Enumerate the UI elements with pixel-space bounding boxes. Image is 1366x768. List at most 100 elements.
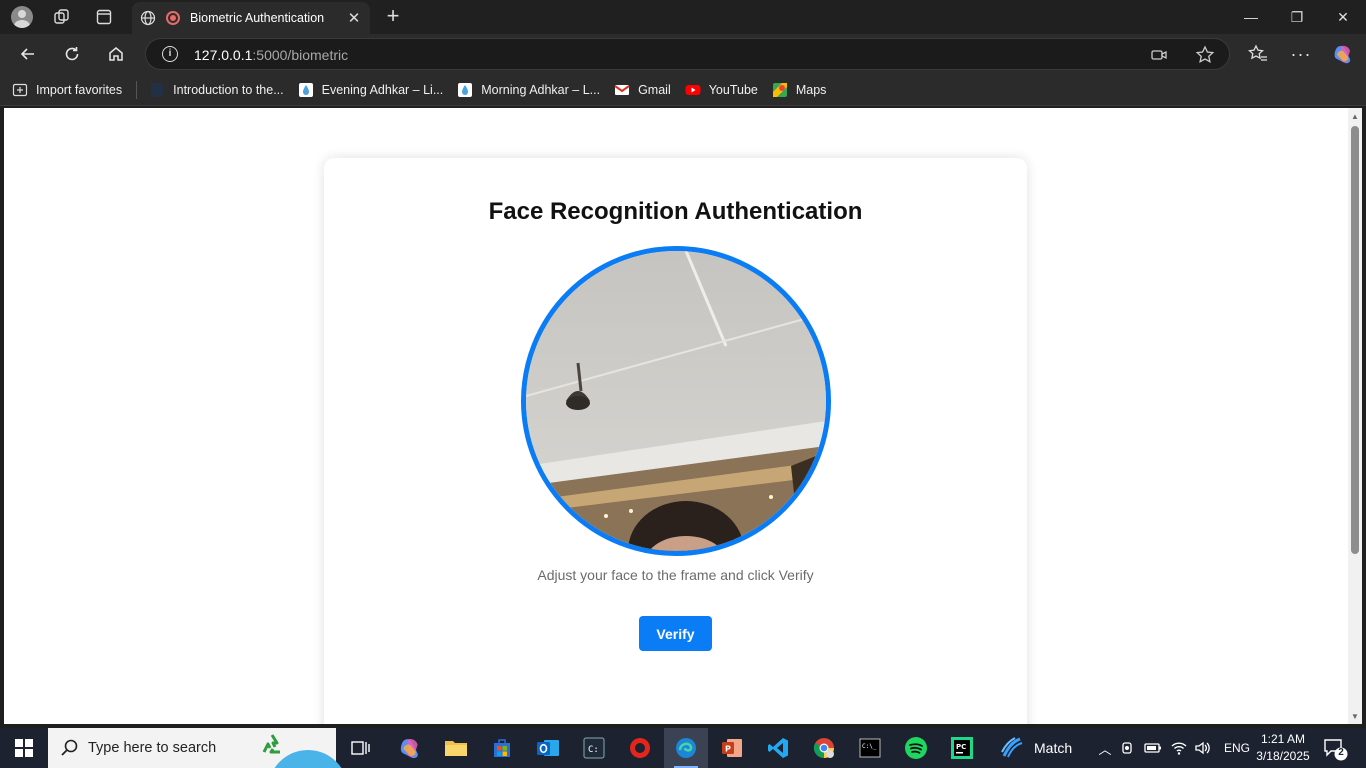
profile-icon[interactable] bbox=[10, 5, 34, 29]
close-tab-icon[interactable]: ✕ bbox=[344, 8, 364, 28]
camera-preview bbox=[521, 246, 831, 556]
tab-actions-icon[interactable] bbox=[92, 5, 116, 29]
globe-icon bbox=[140, 10, 156, 26]
bookmark-morning-adhkar[interactable]: Morning Adhkar – L... bbox=[451, 78, 608, 102]
drop-icon bbox=[457, 82, 473, 98]
task-view-icon[interactable] bbox=[338, 728, 382, 768]
favorites-icon[interactable] bbox=[1246, 42, 1270, 66]
back-button[interactable] bbox=[15, 42, 41, 66]
refresh-button[interactable] bbox=[59, 42, 85, 66]
bookmark-label: Gmail bbox=[638, 82, 671, 97]
address-bar[interactable]: i 127.0.0.1:5000/biometric bbox=[145, 38, 1230, 70]
tab-title: Biometric Authentication bbox=[190, 11, 325, 25]
camera-tray-icon[interactable] bbox=[1120, 740, 1136, 756]
svg-text:P: P bbox=[725, 745, 731, 754]
volume-icon[interactable] bbox=[1194, 740, 1212, 756]
vscode-icon[interactable] bbox=[756, 728, 800, 768]
language-indicator[interactable]: ENG bbox=[1224, 741, 1250, 755]
bookmark-introduction[interactable]: Introduction to the... bbox=[143, 78, 292, 102]
svg-text:C:\_: C:\_ bbox=[862, 743, 877, 750]
camera-in-use-icon[interactable] bbox=[1151, 47, 1167, 63]
copilot-icon[interactable] bbox=[1331, 42, 1355, 66]
notification-center-icon[interactable]: 2 bbox=[1322, 736, 1348, 762]
browser-tab-bar: Biometric Authentication ✕ + — ❐ ✕ bbox=[0, 0, 1366, 34]
search-placeholder: Type here to search bbox=[88, 740, 217, 756]
youtube-icon bbox=[685, 82, 701, 98]
bookmark-label: Maps bbox=[795, 82, 827, 97]
recorder-icon[interactable] bbox=[618, 728, 662, 768]
bookmark-label: Morning Adhkar – L... bbox=[481, 82, 601, 97]
page-icon bbox=[149, 82, 165, 98]
favorite-star-icon[interactable] bbox=[1195, 45, 1215, 65]
drop-icon bbox=[298, 82, 314, 98]
site-info-icon[interactable]: i bbox=[162, 46, 178, 62]
clock[interactable]: 1:21 AM 3/18/2025 bbox=[1248, 731, 1318, 765]
outlook-icon[interactable] bbox=[526, 728, 570, 768]
maps-icon bbox=[772, 82, 788, 98]
clock-time: 1:21 AM bbox=[1260, 732, 1306, 746]
start-button[interactable] bbox=[0, 728, 48, 768]
command-prompt-icon[interactable]: C:\_ bbox=[848, 728, 892, 768]
page-viewport: Face Recognition Authentication Adjust y… bbox=[4, 108, 1348, 724]
verify-button[interactable]: Verify bbox=[639, 616, 712, 651]
new-tab-button[interactable]: + bbox=[382, 5, 404, 27]
close-window-button[interactable]: ✕ bbox=[1320, 0, 1366, 34]
favorites-bar: Import favorites Introduction to the... … bbox=[0, 74, 1366, 106]
workspaces-icon[interactable] bbox=[50, 5, 74, 29]
bookmark-evening-adhkar[interactable]: Evening Adhkar – Li... bbox=[292, 78, 452, 102]
clock-date: 3/18/2025 bbox=[1256, 749, 1310, 763]
notification-count: 2 bbox=[1338, 747, 1344, 758]
cricket-icon bbox=[1001, 737, 1023, 758]
more-menu-icon[interactable]: ··· bbox=[1289, 42, 1313, 66]
battery-icon[interactable] bbox=[1144, 740, 1162, 756]
news-widget-label: Match bbox=[1034, 740, 1073, 756]
bookmark-youtube[interactable]: YouTube bbox=[679, 78, 766, 102]
home-button[interactable] bbox=[103, 42, 129, 66]
system-tray: ︿ ENG bbox=[1096, 728, 1250, 768]
instruction-text: Adjust your face to the frame and click … bbox=[537, 567, 814, 583]
bookmark-label: YouTube bbox=[708, 82, 758, 97]
edge-browser-icon[interactable] bbox=[664, 728, 708, 768]
bookmark-label: Import favorites bbox=[36, 82, 123, 97]
scroll-up-arrow-icon[interactable]: ▲ bbox=[1350, 112, 1360, 122]
svg-text:PC: PC bbox=[956, 743, 966, 751]
bookmark-import-favorites[interactable]: Import favorites bbox=[6, 78, 130, 102]
show-hidden-icons-chevron-icon[interactable]: ︿ bbox=[1096, 739, 1114, 758]
tab-biometric-authentication[interactable]: Biometric Authentication ✕ bbox=[132, 2, 370, 34]
bookmark-maps[interactable]: Maps bbox=[766, 78, 835, 102]
search-icon bbox=[61, 739, 78, 756]
news-widget[interactable]: Match bbox=[1000, 728, 1072, 768]
chrome-icon[interactable] bbox=[802, 728, 846, 768]
powerpoint-icon[interactable]: P bbox=[710, 728, 754, 768]
bookmark-label: Introduction to the... bbox=[173, 82, 284, 97]
file-explorer-icon[interactable] bbox=[434, 728, 478, 768]
recycle-icon bbox=[262, 734, 280, 754]
scrollbar-thumb[interactable] bbox=[1351, 126, 1359, 554]
auth-card: Face Recognition Authentication Adjust y… bbox=[324, 158, 1027, 724]
minimize-button[interactable]: — bbox=[1228, 0, 1274, 34]
recording-icon bbox=[166, 11, 180, 25]
scroll-down-arrow-icon[interactable]: ▼ bbox=[1350, 712, 1360, 722]
webcam-feed-image bbox=[526, 251, 826, 551]
bookmark-gmail[interactable]: Gmail bbox=[608, 78, 679, 102]
taskbar-search-box[interactable]: Type here to search bbox=[48, 728, 348, 768]
pycharm-icon[interactable]: PC bbox=[940, 728, 984, 768]
windows-taskbar: Type here to search C: P C:\_ PC Match ︿… bbox=[0, 728, 1366, 768]
page-scrollbar[interactable]: ▲ ▼ bbox=[1348, 108, 1362, 724]
microsoft-store-icon[interactable] bbox=[480, 728, 524, 768]
url-text[interactable]: 127.0.0.1:5000/biometric bbox=[194, 47, 348, 63]
bookmark-label: Evening Adhkar – Li... bbox=[321, 82, 444, 97]
wifi-icon[interactable] bbox=[1170, 740, 1188, 756]
url-path: :5000/biometric bbox=[252, 47, 349, 63]
restore-button[interactable]: ❐ bbox=[1274, 0, 1320, 34]
url-host: 127.0.0.1 bbox=[194, 47, 253, 63]
browser-toolbar: i 127.0.0.1:5000/biometric ··· bbox=[0, 34, 1366, 74]
terminal-app-icon[interactable]: C: bbox=[572, 728, 616, 768]
spotify-icon[interactable] bbox=[894, 728, 938, 768]
copilot-taskbar-icon[interactable] bbox=[388, 728, 432, 768]
page-title: Face Recognition Authentication bbox=[488, 198, 863, 225]
gmail-icon bbox=[614, 82, 630, 98]
import-icon bbox=[12, 82, 28, 98]
windows-logo-icon bbox=[15, 739, 33, 757]
bookmarks-divider bbox=[136, 80, 138, 99]
